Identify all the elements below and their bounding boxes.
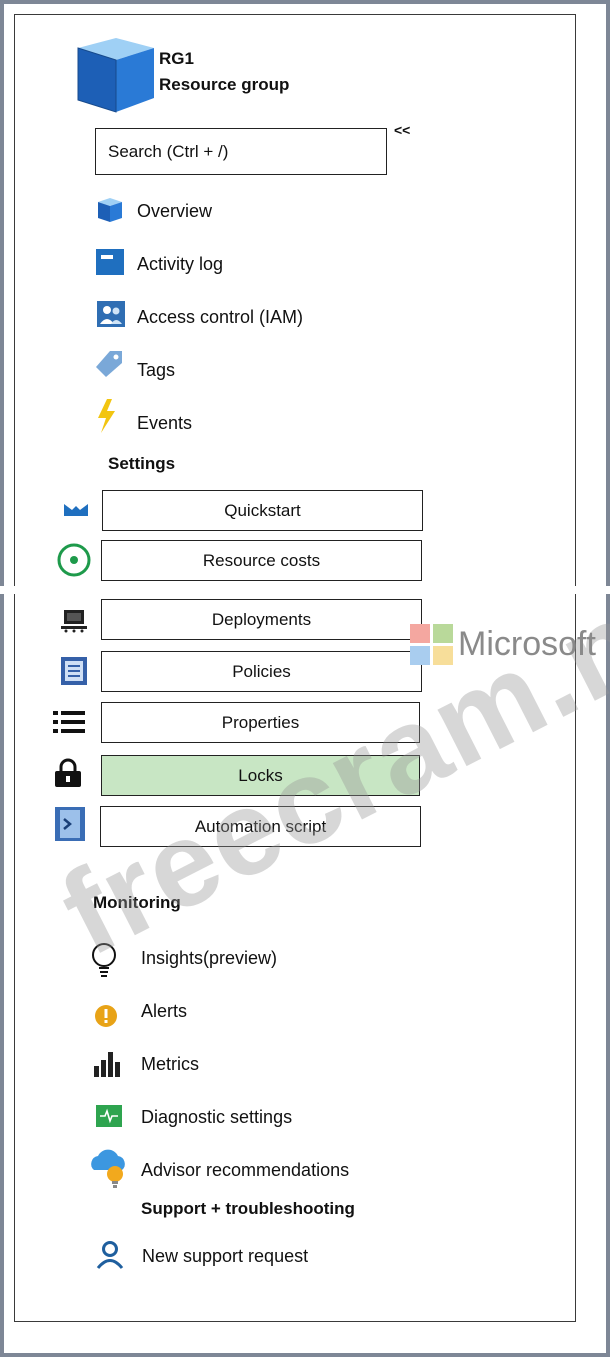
- activity-log-icon: [96, 249, 124, 275]
- diagnostic-settings-icon: [96, 1105, 122, 1127]
- image-seam: [0, 586, 610, 594]
- nav-advisor-recommendations[interactable]: Advisor recommendations: [141, 1159, 349, 1181]
- nav-new-support-request[interactable]: New support request: [142, 1245, 308, 1267]
- resource-group-type: Resource group: [159, 75, 290, 94]
- automation-script-icon: [55, 807, 85, 841]
- nav-events[interactable]: Events: [137, 412, 192, 434]
- microsoft-wordmark: Microsoft: [458, 625, 596, 663]
- nav-diagnostic-settings[interactable]: Diagnostic settings: [141, 1106, 292, 1128]
- advisor-recommendations-icon: [91, 1149, 125, 1188]
- settings-quickstart[interactable]: Quickstart: [102, 490, 423, 531]
- nav-overview[interactable]: Overview: [137, 200, 212, 222]
- deployments-icon: [61, 610, 87, 633]
- metrics-bar-icon: [94, 1052, 120, 1077]
- microsoft-logo-icon: [410, 624, 453, 665]
- collapse-menu-button[interactable]: <<: [394, 122, 410, 138]
- resource-group-cube-icon: [77, 38, 154, 113]
- quickstart-icon: [64, 504, 88, 516]
- resource-group-name: RG1: [159, 49, 194, 68]
- settings-policies[interactable]: Policies: [101, 651, 422, 692]
- settings-section-title: Settings: [108, 454, 176, 473]
- resource-costs-icon: [57, 543, 91, 577]
- nav-tags[interactable]: Tags: [137, 359, 175, 381]
- settings-deployments[interactable]: Deployments: [101, 599, 422, 640]
- settings-resource-costs[interactable]: Resource costs: [101, 540, 422, 581]
- nav-metrics[interactable]: Metrics: [141, 1053, 199, 1075]
- alerts-icon: [95, 1005, 117, 1027]
- overview-cube-icon: [98, 198, 122, 222]
- tag-icon: [96, 351, 122, 377]
- nav-access-control[interactable]: Access control (IAM): [137, 306, 303, 328]
- support-section-title: Support + troubleshooting: [141, 1199, 355, 1218]
- support-person-icon: [96, 1241, 124, 1269]
- search-input[interactable]: Search (Ctrl + /): [95, 128, 387, 175]
- policies-icon: [61, 657, 87, 685]
- nav-alerts[interactable]: Alerts: [141, 1000, 187, 1022]
- events-lightning-icon: [98, 399, 115, 433]
- nav-activity-log[interactable]: Activity log: [137, 253, 223, 275]
- lock-icon: [55, 758, 81, 787]
- access-control-icon: [97, 301, 125, 327]
- properties-list-icon: [53, 711, 85, 733]
